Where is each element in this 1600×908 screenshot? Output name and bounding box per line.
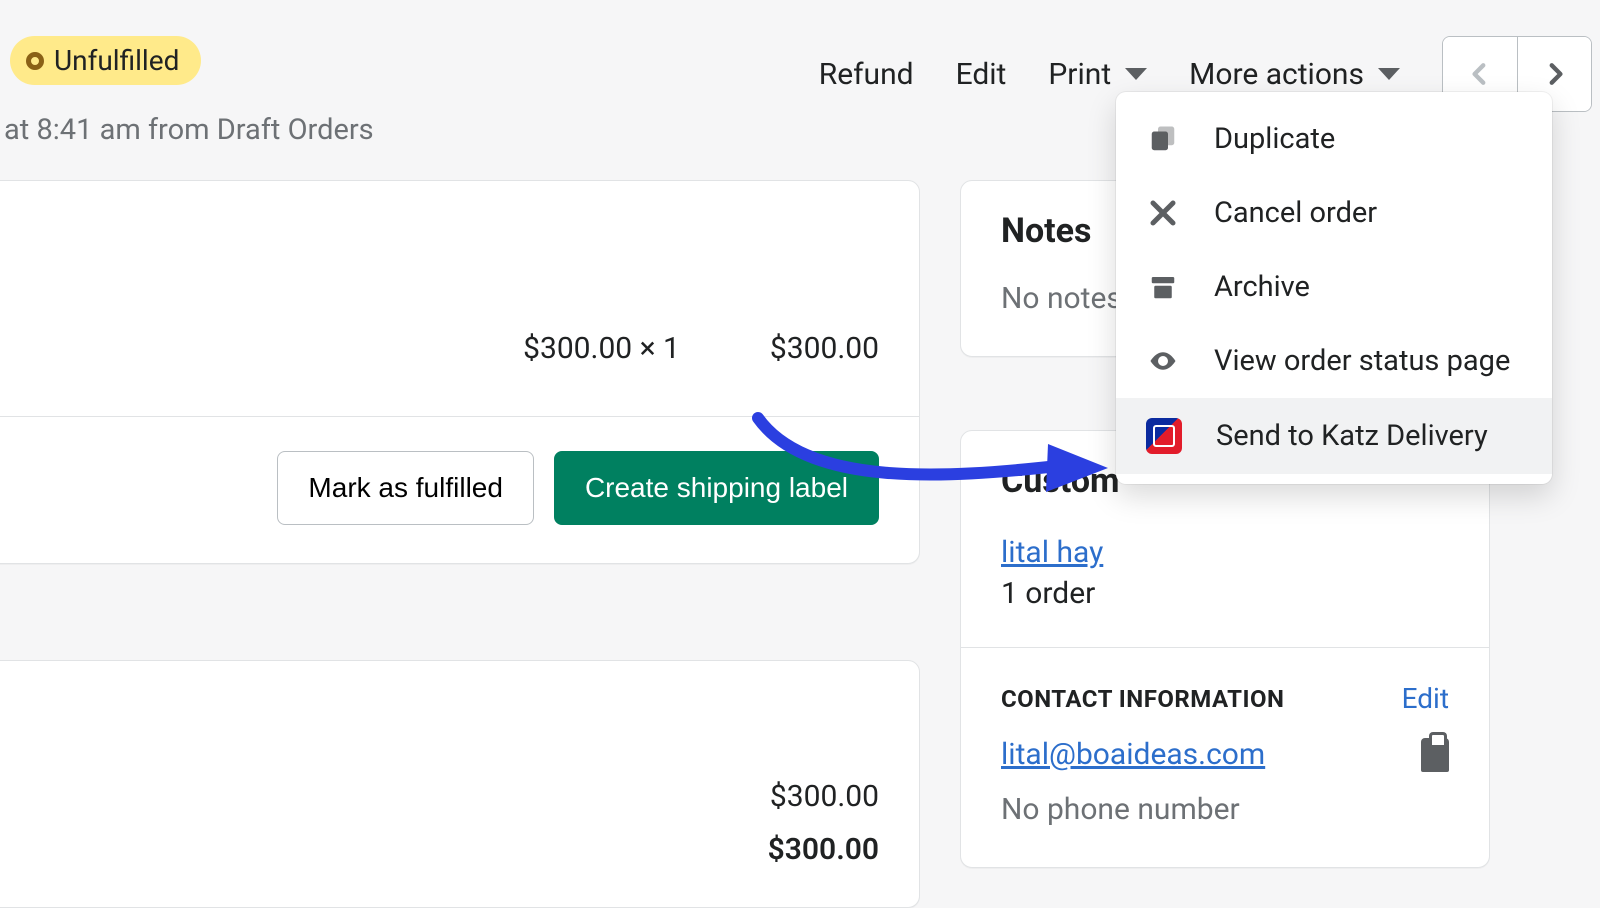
menu-duplicate[interactable]: Duplicate — [1116, 102, 1552, 176]
divider — [961, 647, 1489, 648]
more-actions-menu: Duplicate Cancel order Archive View orde… — [1116, 92, 1552, 484]
duplicate-icon — [1146, 122, 1180, 156]
mark-as-fulfilled-button[interactable]: Mark as fulfilled — [277, 451, 534, 525]
create-shipping-label-button[interactable]: Create shipping label — [554, 451, 879, 525]
archive-icon — [1146, 270, 1180, 304]
line-total: $300.00 — [770, 331, 879, 366]
more-actions-dropdown[interactable]: More actions — [1189, 57, 1400, 92]
more-actions-label: More actions — [1189, 57, 1364, 92]
fulfillment-status-badge: Unfulfilled — [10, 36, 201, 85]
refund-button[interactable]: Refund — [819, 57, 914, 92]
menu-view-status[interactable]: View order status page — [1116, 324, 1552, 398]
print-label: Print — [1048, 57, 1111, 92]
summary-total-row: $300.00 — [0, 832, 879, 867]
katz-delivery-icon — [1146, 418, 1182, 454]
menu-item-label: View order status page — [1214, 344, 1510, 378]
chevron-right-icon — [1542, 61, 1568, 87]
eye-icon — [1146, 344, 1180, 378]
close-icon — [1146, 196, 1180, 230]
contact-info-label: CONTACT INFORMATION — [1001, 685, 1284, 713]
clipboard-icon[interactable] — [1421, 738, 1449, 772]
line-items-card: $300.00 × 1 $300.00 Mark as fulfilled Cr… — [0, 180, 920, 564]
summary-total: $300.00 — [768, 832, 879, 867]
menu-item-label: Send to Katz Delivery — [1216, 419, 1488, 453]
menu-item-label: Cancel order — [1214, 196, 1377, 230]
status-text: Unfulfilled — [54, 44, 179, 77]
customer-card: Custom lital hay 1 order CONTACT INFORMA… — [960, 430, 1490, 868]
menu-send-katz[interactable]: Send to Katz Delivery — [1116, 398, 1552, 474]
unit-price-qty: $300.00 × 1 — [523, 331, 680, 366]
customer-order-count: 1 order — [1001, 576, 1449, 611]
line-item-row: $300.00 × 1 $300.00 — [0, 181, 919, 416]
caret-down-icon — [1378, 68, 1400, 80]
customer-email-row: lital@boaideas.com — [1001, 737, 1449, 772]
print-dropdown[interactable]: Print — [1048, 57, 1147, 92]
menu-item-label: Duplicate — [1214, 122, 1335, 156]
no-phone-text: No phone number — [1001, 792, 1449, 827]
payment-summary-card: em $300.00 $300.00 — [0, 660, 920, 908]
summary-subtotal: $300.00 — [770, 779, 879, 814]
summary-row: em $300.00 — [0, 779, 879, 814]
edit-button[interactable]: Edit — [956, 57, 1007, 92]
menu-cancel-order[interactable]: Cancel order — [1116, 176, 1552, 250]
caret-down-icon — [1125, 68, 1147, 80]
chevron-left-icon — [1467, 61, 1493, 87]
status-ring-icon — [26, 52, 44, 70]
customer-name-link[interactable]: lital hay — [1001, 535, 1103, 570]
menu-archive[interactable]: Archive — [1116, 250, 1552, 324]
contact-info-header: CONTACT INFORMATION Edit — [1001, 682, 1449, 715]
menu-item-label: Archive — [1214, 270, 1310, 304]
fulfillment-actions: Mark as fulfilled Create shipping label — [0, 451, 919, 525]
edit-contact-button[interactable]: Edit — [1402, 682, 1449, 715]
divider — [0, 416, 919, 417]
customer-email-link[interactable]: lital@boaideas.com — [1001, 737, 1265, 772]
